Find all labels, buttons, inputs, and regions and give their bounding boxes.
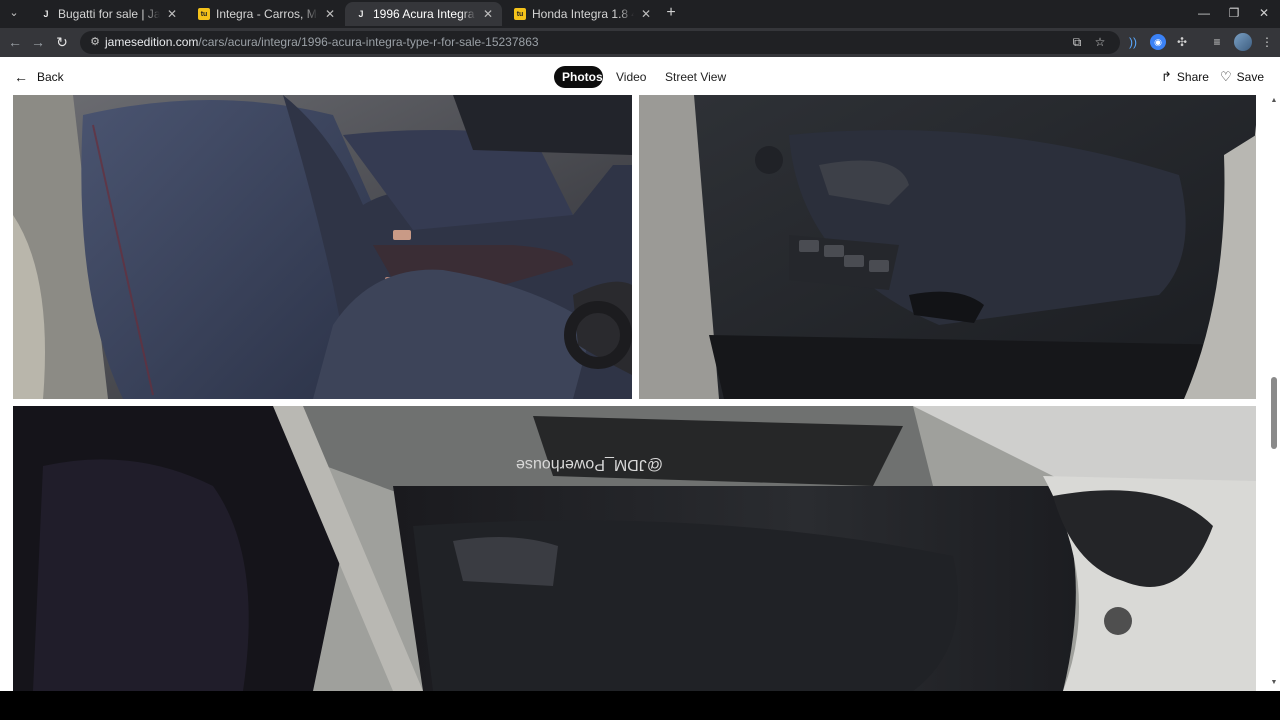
address-bar[interactable]: ⚙ jamesedition.com/cars/acura/integra/19… (80, 31, 1120, 54)
browser-tab-strip: ⌄ J Bugatti for sale | JamesEdition ✕ tu… (0, 0, 1280, 28)
listing-gallery-page: ← Back Photos Video Street View ↱ Share … (0, 57, 1280, 691)
interior-seats-photo[interactable] (13, 95, 632, 399)
back-label: Back (37, 70, 64, 84)
page-scrollbar[interactable]: ▲ ▼ (1268, 95, 1280, 691)
extension-shield-icon[interactable]: ◉ (1150, 34, 1166, 50)
tab-video[interactable]: Video (608, 66, 654, 88)
close-icon[interactable]: ✕ (482, 7, 494, 21)
site-info-icon[interactable]: ⚙ (88, 35, 102, 49)
close-icon[interactable]: ✕ (324, 7, 336, 21)
scroll-thumb[interactable] (1271, 377, 1277, 449)
extensions-puzzle-icon[interactable]: ✣ (1174, 34, 1190, 50)
save-button[interactable]: ♡ Save (1220, 69, 1264, 85)
tab-title: Integra - Carros, Motos y Otros (216, 7, 318, 21)
back-arrow-icon[interactable]: ← (7, 34, 23, 50)
tucarro-icon: tu (198, 8, 210, 20)
close-icon[interactable]: ✕ (640, 7, 652, 21)
browser-tab-active[interactable]: J 1996 Acura Integra In Glendale ✕ (345, 2, 502, 26)
browser-tab[interactable]: J Bugatti for sale | JamesEdition ✕ (30, 2, 186, 26)
bottom-black-bar (0, 691, 1280, 720)
jamesedition-icon: J (358, 9, 364, 19)
menu-kebab-icon[interactable]: ⋮ (1259, 34, 1275, 50)
tab-search-button[interactable]: ⌄ (6, 5, 22, 21)
url-text: jamesedition.com/cars/acura/integra/1996… (105, 35, 539, 49)
forward-arrow-icon[interactable]: → (30, 34, 46, 50)
tab-title: 1996 Acura Integra In Glendale (373, 7, 476, 21)
share-icon: ↱ (1161, 69, 1172, 84)
restore-icon[interactable]: ❐ (1226, 5, 1242, 21)
media-control-icon[interactable]: ≡ (1209, 34, 1225, 50)
rear-door-photo[interactable]: @JDM_Powerhouse (13, 406, 1256, 691)
share-label: Share (1176, 70, 1209, 84)
tab-street-view[interactable]: Street View (657, 66, 734, 88)
gallery-nav-bar: ← Back Photos Video Street View ↱ Share … (0, 57, 1280, 95)
tab-title: Honda Integra 1.8 4 p | TuCarro (532, 7, 634, 21)
profile-avatar[interactable] (1234, 33, 1252, 51)
scroll-up-icon[interactable]: ▲ (1270, 97, 1278, 104)
new-tab-button[interactable]: + (663, 5, 679, 21)
scroll-down-icon[interactable]: ▼ (1270, 679, 1278, 686)
reload-icon[interactable]: ↻ (54, 34, 70, 50)
bookmark-star-icon[interactable]: ☆ (1093, 35, 1107, 49)
browser-tab[interactable]: tu Integra - Carros, Motos y Otros ✕ (188, 2, 344, 26)
browser-tab[interactable]: tu Honda Integra 1.8 4 p | TuCarro ✕ (504, 2, 660, 26)
jamesedition-icon: J (43, 9, 49, 19)
watermark-text: @JDM_Powerhouse (516, 456, 663, 473)
close-icon[interactable]: ✕ (166, 7, 178, 21)
browser-toolbar: ← → ↻ ⚙ jamesedition.com/cars/acura/inte… (0, 28, 1280, 57)
tab-photos[interactable]: Photos (554, 66, 603, 88)
extension-wave-icon[interactable]: )) (1125, 34, 1141, 50)
heart-icon: ♡ (1220, 69, 1232, 84)
tab-title: Bugatti for sale | JamesEdition (58, 7, 160, 21)
door-panel-photo[interactable] (639, 95, 1256, 399)
install-app-icon[interactable]: ⧉ (1070, 35, 1084, 49)
save-label: Save (1236, 70, 1265, 84)
back-button[interactable]: ← Back (14, 69, 64, 85)
share-button[interactable]: ↱ Share (1161, 69, 1209, 85)
tucarro-icon: tu (514, 8, 526, 20)
window-close-icon[interactable]: ✕ (1256, 5, 1272, 21)
minimize-icon[interactable]: — (1196, 5, 1212, 21)
arrow-left-icon: ← (14, 69, 28, 85)
